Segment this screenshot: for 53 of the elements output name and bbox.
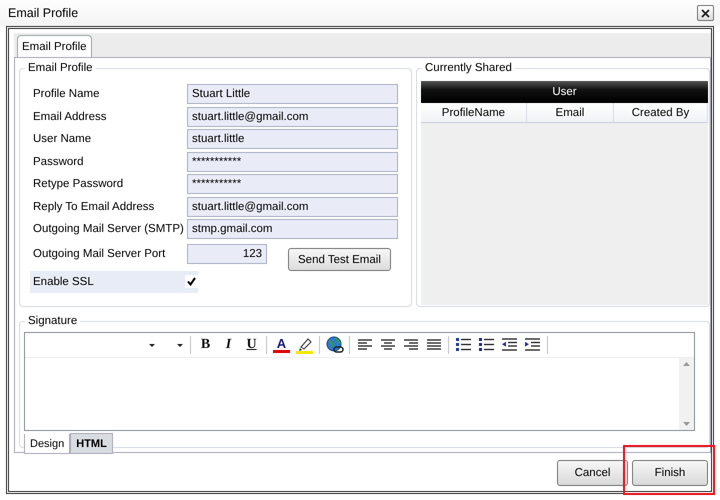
bullet-list-icon bbox=[479, 338, 494, 352]
numbered-list-icon bbox=[456, 338, 471, 352]
column-header[interactable]: Email bbox=[526, 103, 614, 123]
bold-button[interactable]: B bbox=[194, 334, 217, 356]
caret-icon bbox=[177, 344, 183, 346]
input-field[interactable]: 123 bbox=[187, 244, 267, 264]
highlighter-icon bbox=[296, 336, 313, 354]
dialog-button[interactable]: Finish bbox=[632, 460, 708, 486]
column-header[interactable]: Created By bbox=[614, 103, 708, 123]
input-field[interactable]: stuart.little@gmail.com bbox=[187, 106, 398, 127]
globe-link-icon bbox=[326, 336, 344, 354]
field-label: Outgoing Mail Server (SMTP) bbox=[33, 223, 185, 236]
font-color-button[interactable]: A bbox=[270, 334, 293, 356]
scrollbar[interactable] bbox=[679, 358, 694, 430]
caret-icon bbox=[149, 344, 155, 346]
input-field[interactable]: Stuart Little bbox=[187, 84, 398, 104]
window-title: Email Profile bbox=[8, 6, 78, 20]
input-field[interactable]: stmp.gmail.com bbox=[187, 219, 398, 240]
table-group-header: User bbox=[421, 81, 708, 103]
close-button[interactable] bbox=[697, 5, 714, 21]
scroll-up-icon bbox=[683, 362, 690, 366]
tab[interactable]: HTML bbox=[70, 433, 113, 454]
send-test-email-button[interactable]: Send Test Email bbox=[288, 248, 391, 271]
field-label: Outgoing Mail Server Port bbox=[33, 248, 166, 260]
scroll-down-icon bbox=[683, 422, 690, 426]
align-center-icon bbox=[380, 339, 394, 351]
column-header[interactable]: ProfileName bbox=[421, 103, 527, 123]
checkbox-label: Enable SSL bbox=[33, 276, 95, 288]
input-field[interactable]: stuart.little bbox=[187, 129, 398, 150]
field-label: Password bbox=[33, 156, 84, 168]
outdent-icon bbox=[502, 338, 517, 352]
group-title: Signature bbox=[25, 314, 80, 328]
field-label: Email Address bbox=[33, 110, 108, 123]
checkbox[interactable] bbox=[185, 275, 198, 288]
underline-button[interactable]: U bbox=[240, 334, 263, 356]
group-title: Currently Shared bbox=[422, 61, 515, 75]
align-right-icon bbox=[404, 339, 418, 351]
field-label: Retype Password bbox=[33, 178, 124, 190]
dialog-button[interactable]: Cancel bbox=[557, 460, 628, 486]
close-icon bbox=[701, 8, 710, 18]
input-field[interactable]: stuart.little@gmail.com bbox=[187, 196, 398, 217]
input-field[interactable]: *********** bbox=[187, 174, 398, 194]
tab[interactable]: Email Profile bbox=[17, 35, 92, 58]
italic-button[interactable]: I bbox=[217, 334, 240, 356]
field-label: Profile Name bbox=[33, 88, 100, 100]
align-left-icon bbox=[358, 339, 372, 351]
tab[interactable]: Design bbox=[24, 434, 70, 454]
field-label: User Name bbox=[33, 133, 92, 146]
indent-icon bbox=[525, 338, 540, 352]
field-label: Reply To Email Address bbox=[33, 200, 156, 213]
input-field[interactable]: *********** bbox=[187, 152, 398, 172]
checkmark-icon bbox=[187, 277, 196, 286]
justify-icon bbox=[426, 339, 440, 351]
